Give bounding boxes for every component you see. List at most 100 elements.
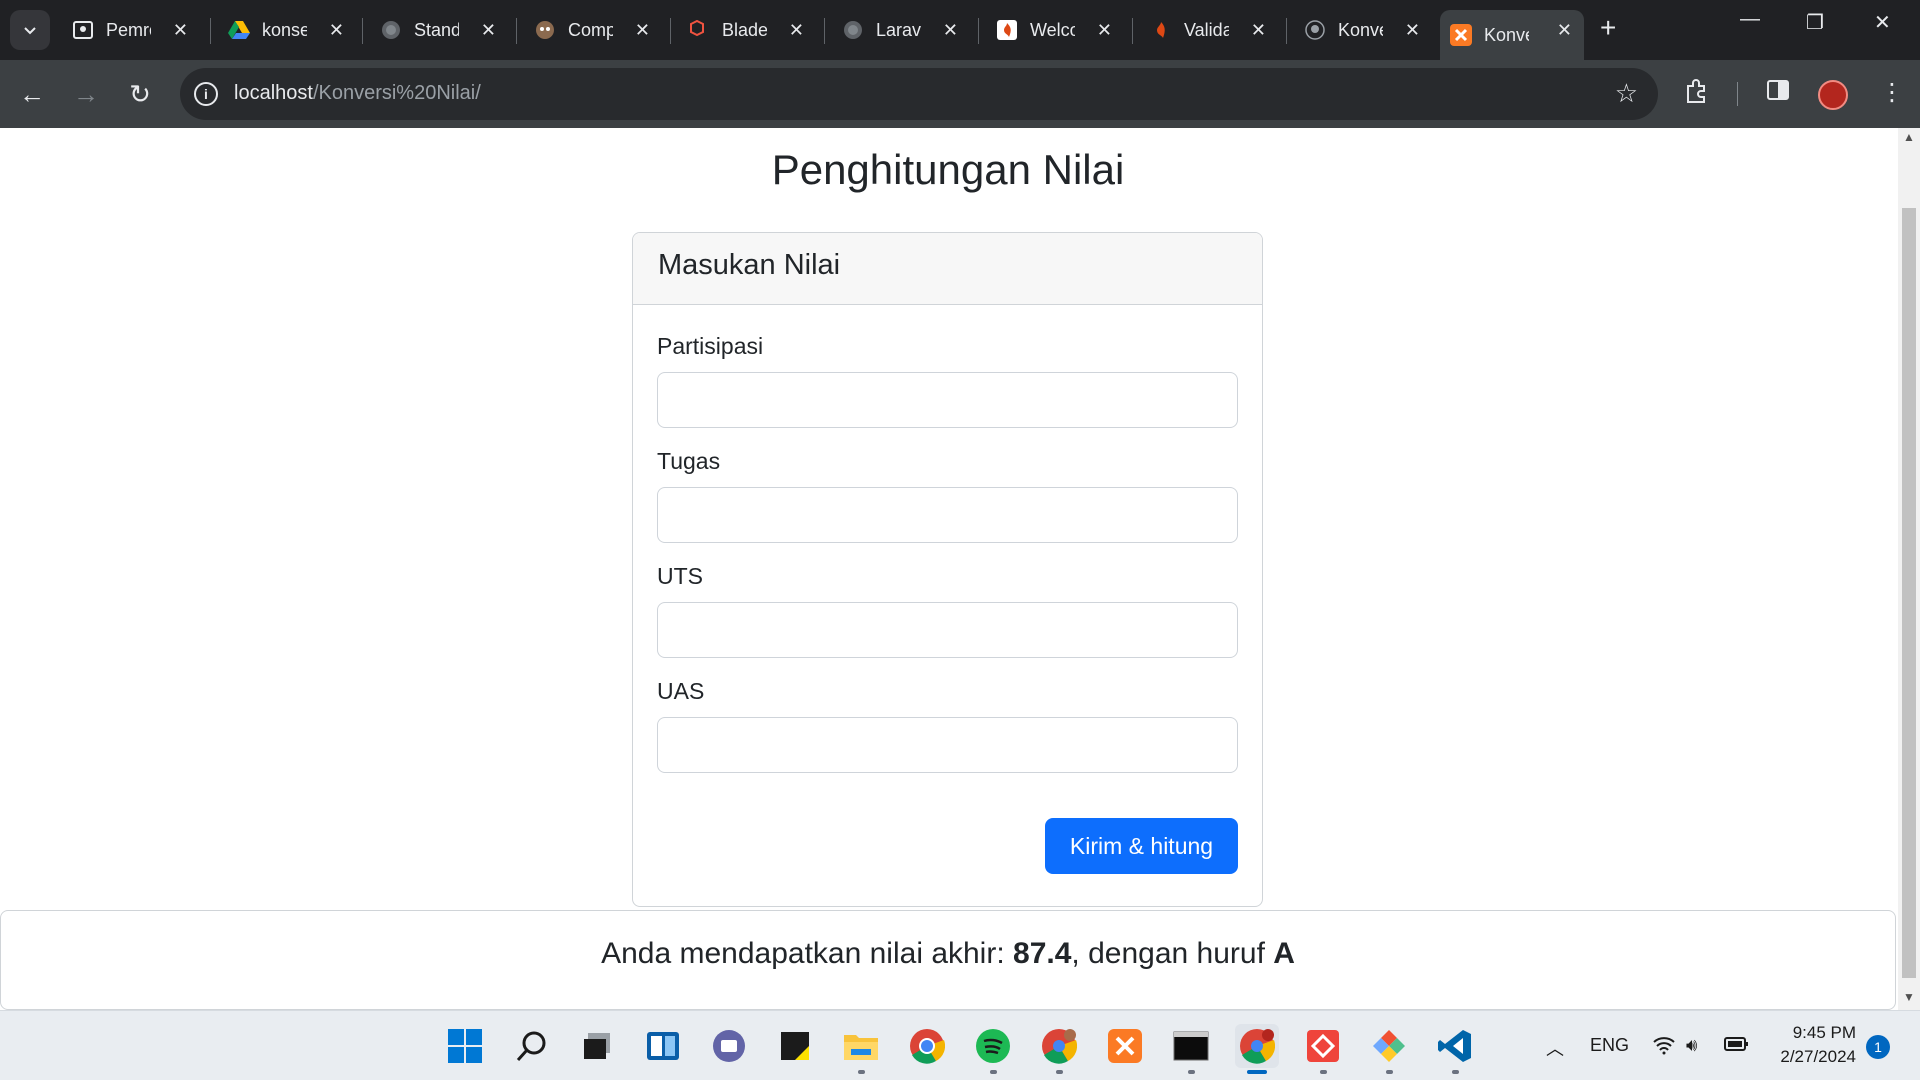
wifi-icon[interactable] xyxy=(1652,1035,1676,1060)
new-tab-icon[interactable]: + xyxy=(1600,12,1616,44)
close-window-icon[interactable]: ✕ xyxy=(1874,10,1891,35)
clock-date: 2/27/2024 xyxy=(1780,1047,1856,1066)
notification-badge[interactable]: 1 xyxy=(1866,1035,1890,1059)
tab-separator xyxy=(824,18,825,44)
xampp-icon xyxy=(1450,24,1472,46)
more-menu-icon[interactable]: ⋮ xyxy=(1880,78,1904,107)
composer-icon xyxy=(534,19,556,41)
restore-icon[interactable]: ❐ xyxy=(1806,10,1824,35)
submit-calculate-button[interactable]: Kirim & hitung xyxy=(1045,818,1238,874)
tab-title: Larave xyxy=(876,19,921,40)
close-tab-icon[interactable]: ✕ xyxy=(1557,20,1572,41)
tab-title: Stand xyxy=(414,19,459,40)
card-header: Masukan Nilai xyxy=(633,233,1262,305)
browser-tab-active[interactable]: Konve ✕ xyxy=(1440,10,1584,60)
running-indicator xyxy=(1056,1070,1063,1074)
active-indicator xyxy=(1247,1070,1267,1074)
site-info-icon[interactable]: i xyxy=(194,82,218,106)
result-middle: , dengan huruf xyxy=(1071,937,1274,970)
result-prefix: Anda mendapatkan nilai akhir: xyxy=(601,937,1014,970)
browser-tab[interactable]: konse ✕ xyxy=(218,10,356,50)
chrome-profile-icon[interactable] xyxy=(1037,1024,1081,1074)
chevron-up-icon[interactable]: ︿ xyxy=(1546,1035,1564,1061)
start-windows-icon[interactable] xyxy=(443,1024,487,1068)
browser-tab[interactable]: Welco ✕ xyxy=(986,10,1124,50)
tab-title: Konve xyxy=(1338,19,1383,40)
running-indicator xyxy=(990,1070,997,1074)
url-text[interactable]: localhost/Konversi%20Nilai/ xyxy=(234,82,481,105)
close-tab-icon[interactable]: ✕ xyxy=(481,20,496,41)
system-clock[interactable]: 9:45 PM 2/27/2024 xyxy=(1760,1021,1856,1069)
toolbar-divider xyxy=(1737,82,1738,106)
partisipasi-input[interactable] xyxy=(657,372,1238,428)
widgets-icon[interactable] xyxy=(641,1024,685,1068)
laravel-icon xyxy=(688,19,710,41)
browser-tab[interactable]: Comp ✕ xyxy=(524,10,662,50)
contact-card-icon xyxy=(72,19,94,41)
address-bar[interactable]: i localhost/Konversi%20Nilai/ ☆ xyxy=(180,68,1658,120)
tab-separator xyxy=(516,18,517,44)
browser-tab[interactable]: Larave ✕ xyxy=(832,10,970,50)
file-explorer-icon[interactable] xyxy=(839,1024,883,1074)
page-viewport: Penghitungan Nilai Masukan Nilai Partisi… xyxy=(0,128,1920,1010)
close-tab-icon[interactable]: ✕ xyxy=(1251,20,1266,41)
browser-tab[interactable]: Valida ✕ xyxy=(1140,10,1278,50)
back-arrow-icon[interactable]: ← xyxy=(16,78,48,110)
card-body: Partisipasi Tugas UTS UAS Kirim & hitung xyxy=(633,305,1262,906)
partisipasi-label: Partisipasi xyxy=(657,333,764,359)
minimize-icon[interactable]: — xyxy=(1740,8,1760,31)
tab-separator xyxy=(362,18,363,44)
tab-title: Blade xyxy=(722,19,767,40)
anydesk-icon[interactable] xyxy=(1301,1024,1345,1074)
side-panel-icon[interactable] xyxy=(1766,78,1790,109)
scroll-down-arrow-icon[interactable]: ▼ xyxy=(1898,990,1920,1010)
close-tab-icon[interactable]: ✕ xyxy=(789,20,804,41)
uts-label: UTS xyxy=(657,563,703,589)
scroll-thumb[interactable] xyxy=(1902,208,1916,978)
teams-chat-icon[interactable] xyxy=(707,1024,751,1068)
browser-tab-strip: Pemro ✕ konse ✕ Stand ✕ Comp ✕ Blade ✕ L… xyxy=(0,0,1920,60)
volume-icon[interactable]: 🔊︎ xyxy=(1686,1035,1697,1056)
search-icon[interactable] xyxy=(509,1024,553,1068)
battery-icon[interactable] xyxy=(1724,1035,1750,1058)
tab-search-button[interactable] xyxy=(10,10,50,50)
xampp-taskbar-icon[interactable] xyxy=(1103,1024,1147,1068)
vscode-icon[interactable] xyxy=(1433,1024,1477,1074)
tab-title: Welco xyxy=(1030,19,1075,40)
tab-separator xyxy=(1286,18,1287,44)
browser-tab[interactable]: Blade ✕ xyxy=(678,10,816,50)
close-tab-icon[interactable]: ✕ xyxy=(1405,20,1420,41)
reload-icon[interactable]: ↻ xyxy=(124,78,156,110)
uas-input[interactable] xyxy=(657,717,1238,773)
terminal-icon[interactable] xyxy=(1169,1024,1213,1074)
spotify-icon[interactable] xyxy=(971,1024,1015,1074)
scroll-up-arrow-icon[interactable]: ▲ xyxy=(1898,130,1920,150)
tugas-input[interactable] xyxy=(657,487,1238,543)
running-indicator xyxy=(1386,1070,1393,1074)
sticky-notes-icon[interactable] xyxy=(773,1024,817,1068)
close-tab-icon[interactable]: ✕ xyxy=(635,20,650,41)
profile-avatar[interactable] xyxy=(1818,80,1848,110)
close-tab-icon[interactable]: ✕ xyxy=(943,20,958,41)
globe-icon xyxy=(842,19,864,41)
close-tab-icon[interactable]: ✕ xyxy=(1097,20,1112,41)
forward-arrow-icon[interactable]: → xyxy=(70,78,102,110)
language-indicator[interactable]: ENG xyxy=(1590,1035,1629,1056)
tab-separator xyxy=(1132,18,1133,44)
chrome-icon[interactable] xyxy=(905,1024,949,1068)
chrome-active-icon[interactable] xyxy=(1235,1024,1279,1074)
close-tab-icon[interactable]: ✕ xyxy=(173,20,188,41)
browser-tab[interactable]: Stand ✕ xyxy=(370,10,508,50)
input-card: Masukan Nilai Partisipasi Tugas UTS UAS … xyxy=(632,232,1263,907)
browser-tab[interactable]: Konve ✕ xyxy=(1294,10,1432,50)
task-view-icon[interactable] xyxy=(575,1024,619,1068)
extensions-puzzle-icon[interactable] xyxy=(1684,78,1710,111)
tugas-label: Tugas xyxy=(657,448,721,474)
git-client-icon[interactable] xyxy=(1367,1024,1411,1074)
bookmark-star-icon[interactable]: ☆ xyxy=(1615,78,1638,109)
page-scrollbar[interactable]: ▲ ▼ xyxy=(1898,128,1920,1010)
uts-input[interactable] xyxy=(657,602,1238,658)
close-tab-icon[interactable]: ✕ xyxy=(329,20,344,41)
browser-tab[interactable]: Pemro ✕ xyxy=(62,10,200,50)
url-host: localhost xyxy=(234,82,313,104)
